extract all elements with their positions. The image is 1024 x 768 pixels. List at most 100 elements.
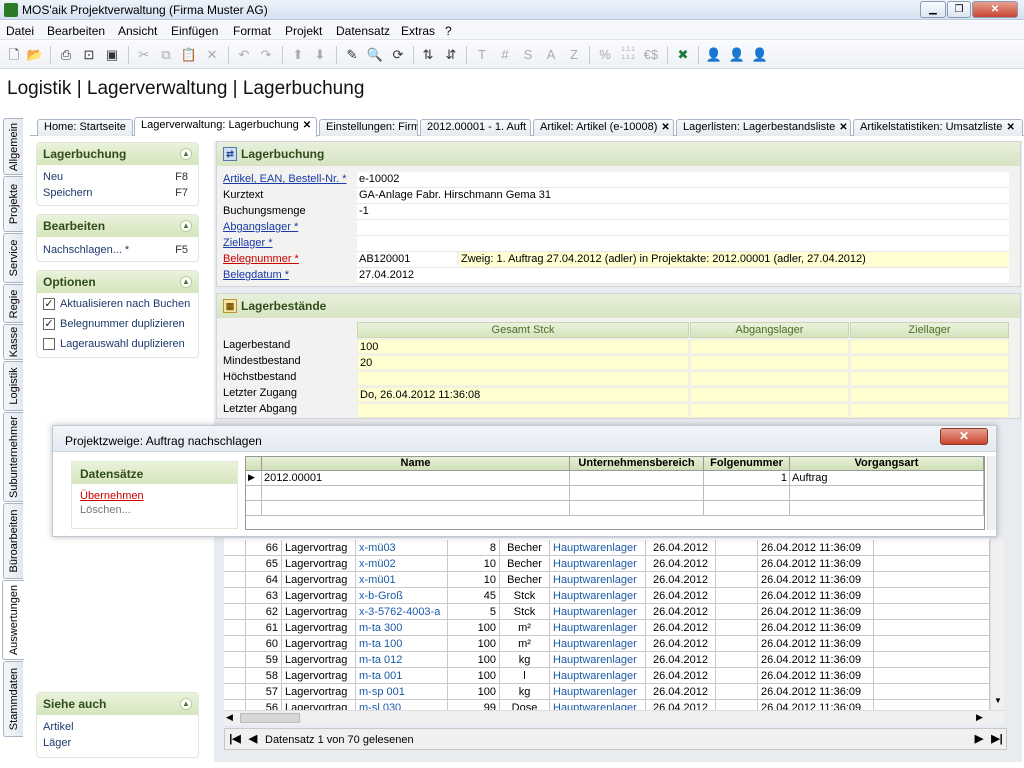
link-laeger[interactable]: Läger xyxy=(37,735,198,751)
print-icon[interactable]: ⎙ xyxy=(57,46,75,64)
col-folgenummer[interactable]: Folgenummer xyxy=(704,457,790,471)
text-format-icon[interactable]: T xyxy=(473,46,491,64)
vtab-logistik[interactable]: Logistik xyxy=(3,361,23,411)
new-file-icon[interactable]: 🗋 xyxy=(5,46,23,64)
tab-artikel[interactable]: Artikel: Artikel (e-10008) ✕ xyxy=(533,119,674,136)
tab-home[interactable]: Home: Startseite xyxy=(37,119,133,136)
currency-icon[interactable]: €$ xyxy=(642,46,660,64)
sum-format-icon[interactable]: S xyxy=(519,46,537,64)
outline-number-icon[interactable]: 1.1.1 1.1.2 xyxy=(619,46,637,64)
last-record-icon[interactable]: ▶| xyxy=(989,731,1005,747)
menu-projekt[interactable]: Projekt xyxy=(285,24,322,38)
menu-help[interactable]: ? xyxy=(445,24,452,38)
delete-icon[interactable]: ✕ xyxy=(203,46,221,64)
sort-ascending-icon[interactable]: ⇅ xyxy=(419,46,437,64)
undo-icon[interactable]: ↶ xyxy=(235,46,253,64)
checkbox-checked[interactable]: ✓ xyxy=(43,298,55,311)
table-row[interactable]: 65 Lagervortrag x-mü02 10 Becher Hauptwarenla… xyxy=(224,556,990,572)
menu-einfuegen[interactable]: Einfügen xyxy=(171,24,218,38)
menu-bearbeiten[interactable]: Bearbeiten xyxy=(47,24,105,38)
open-folder-icon[interactable]: 📂 xyxy=(26,46,44,64)
table-row[interactable]: 62 Lagervortrag x-3-5762-4003-a 5 Stck Hauptw… xyxy=(224,604,990,620)
table-row[interactable]: 66 Lagervortrag x-mü03 8 Becher Hauptwarenlag… xyxy=(224,540,990,556)
move-down-icon[interactable]: ⬇ xyxy=(311,46,329,64)
scroll-thumb[interactable] xyxy=(240,713,300,723)
close-tab-icon[interactable]: ✕ xyxy=(1006,122,1014,133)
move-up-icon[interactable]: ⬆ xyxy=(289,46,307,64)
close-tab-icon[interactable]: ✕ xyxy=(661,122,669,133)
tab-einstellungen[interactable]: Einstellungen: Firm xyxy=(319,119,418,136)
table-row[interactable]: 57 Lagervortrag m-sp 001 100 kg Hauptwarenlag… xyxy=(224,684,990,700)
menu-datensatz[interactable]: Datensatz xyxy=(336,24,390,38)
user-blue-icon[interactable]: 👤 xyxy=(705,46,723,64)
paste-icon[interactable]: 📋 xyxy=(180,46,198,64)
sort-descending-icon[interactable]: ⇵ xyxy=(442,46,460,64)
user-red-icon[interactable]: 👤 xyxy=(751,46,769,64)
action-loeschen[interactable]: Löschen... xyxy=(72,502,237,518)
excel-export-icon[interactable]: ✖ xyxy=(674,46,692,64)
ziellager-input[interactable] xyxy=(357,236,1009,252)
cut-icon[interactable]: ✂ xyxy=(135,46,153,64)
table-row[interactable]: 59 Lagervortrag m-ta 012 100 kg Hauptwarenlag… xyxy=(224,652,990,668)
link-artikel[interactable]: Artikel xyxy=(37,719,198,735)
vtab-projekte[interactable]: Projekte xyxy=(3,176,23,232)
next-record-icon[interactable]: ▶ xyxy=(971,731,987,747)
redo-icon[interactable]: ↷ xyxy=(257,46,275,64)
table-row[interactable]: 61 Lagervortrag m-ta 300 100 m² Hauptwarenlag… xyxy=(224,620,990,636)
checkbox-checked[interactable]: ✓ xyxy=(43,318,55,331)
scroll-right-icon[interactable]: ▶ xyxy=(976,712,983,723)
close-tab-icon[interactable]: ✕ xyxy=(839,122,847,133)
vtab-regie[interactable]: Regie xyxy=(3,284,23,323)
close-button[interactable]: ✕ xyxy=(972,1,1018,18)
vtab-subunternehmer[interactable]: Subunternehmer xyxy=(3,412,23,502)
first-record-icon[interactable]: |◀ xyxy=(227,731,243,747)
action-speichern[interactable]: Speichern F7 xyxy=(37,185,198,201)
table-row[interactable]: 64 Lagervortrag x-mü01 10 Becher Hauptwarenla… xyxy=(224,572,990,588)
col-unternehmensbereich[interactable]: Unternehmensbereich xyxy=(570,457,704,471)
col-name[interactable]: Name xyxy=(262,457,570,471)
table-row[interactable]: 58 Lagervortrag m-ta 001 100 l Hauptwarenlage… xyxy=(224,668,990,684)
copy-icon[interactable]: ⧉ xyxy=(157,46,175,64)
vtab-bueroarbeiten[interactable]: Büroarbeiten xyxy=(3,503,23,579)
vtab-auswertungen[interactable]: Auswertungen xyxy=(2,580,24,660)
table-row[interactable]: 63 Lagervortrag x-b-Groß 45 Stck Hauptwarenla… xyxy=(224,588,990,604)
lookup-scrollbar[interactable] xyxy=(987,456,996,530)
option-aktualisieren[interactable]: ✓ Aktualisieren nach Buchen xyxy=(37,295,198,315)
vtab-stammdaten[interactable]: Stammdaten xyxy=(3,661,23,737)
number-format-icon[interactable]: # xyxy=(496,46,514,64)
lookup-art-cell[interactable]: Auftrag xyxy=(790,471,984,486)
menu-format[interactable]: Format xyxy=(233,24,271,38)
horizontal-scrollbar[interactable]: ◀ ▶ xyxy=(224,710,1004,725)
vtab-kasse[interactable]: Kasse xyxy=(3,324,23,360)
collapse-icon[interactable]: ▲ xyxy=(180,276,192,288)
print-preview-icon[interactable]: ⊡ xyxy=(80,46,98,64)
vtab-allgemein[interactable]: Allgemein xyxy=(3,118,23,175)
prev-record-icon[interactable]: ◀ xyxy=(245,731,261,747)
dialog-close-button[interactable]: ✕ xyxy=(940,428,988,445)
tab-lagerlisten[interactable]: Lagerlisten: Lagerbestandsliste ✕ xyxy=(676,119,851,136)
edit-pencil-icon[interactable]: ✎ xyxy=(343,46,361,64)
scroll-left-icon[interactable]: ◀ xyxy=(226,712,233,723)
copy-record-icon[interactable]: ▣ xyxy=(103,46,121,64)
menu-extras[interactable]: Extras xyxy=(401,24,435,38)
lookup-bereich-cell[interactable] xyxy=(570,471,704,486)
col-vorgangsart[interactable]: Vorgangsart xyxy=(790,457,984,471)
belegnummer-input[interactable]: AB120001 xyxy=(357,252,457,268)
search-icon[interactable]: 🔍 xyxy=(366,46,384,64)
checkbox-unchecked[interactable] xyxy=(43,338,55,351)
lookup-name-cell[interactable]: 2012.00001 xyxy=(262,471,570,486)
percent-icon[interactable]: % xyxy=(596,46,614,64)
kurztext-input[interactable]: GA-Anlage Fabr. Hirschmann Gema 31 xyxy=(357,188,1009,204)
tab-projekt[interactable]: 2012.00001 - 1. Auft xyxy=(420,119,531,136)
menu-datei[interactable]: Datei xyxy=(6,24,34,38)
artikel-input[interactable]: e-10002 xyxy=(357,172,1009,188)
collapse-icon[interactable]: ▲ xyxy=(180,220,192,232)
vtab-service[interactable]: Service xyxy=(3,233,23,283)
action-neu[interactable]: Neu F8 xyxy=(37,169,198,185)
user-yellow-icon[interactable]: 👤 xyxy=(728,46,746,64)
vertical-scrollbar[interactable]: ▼ xyxy=(990,538,1004,710)
collapse-icon[interactable]: ▲ xyxy=(180,698,192,710)
abgangslager-input[interactable] xyxy=(357,220,1009,236)
option-lagerauswahl[interactable]: Lagerauswahl duplizieren xyxy=(37,335,198,355)
menu-ansicht[interactable]: Ansicht xyxy=(118,24,157,38)
